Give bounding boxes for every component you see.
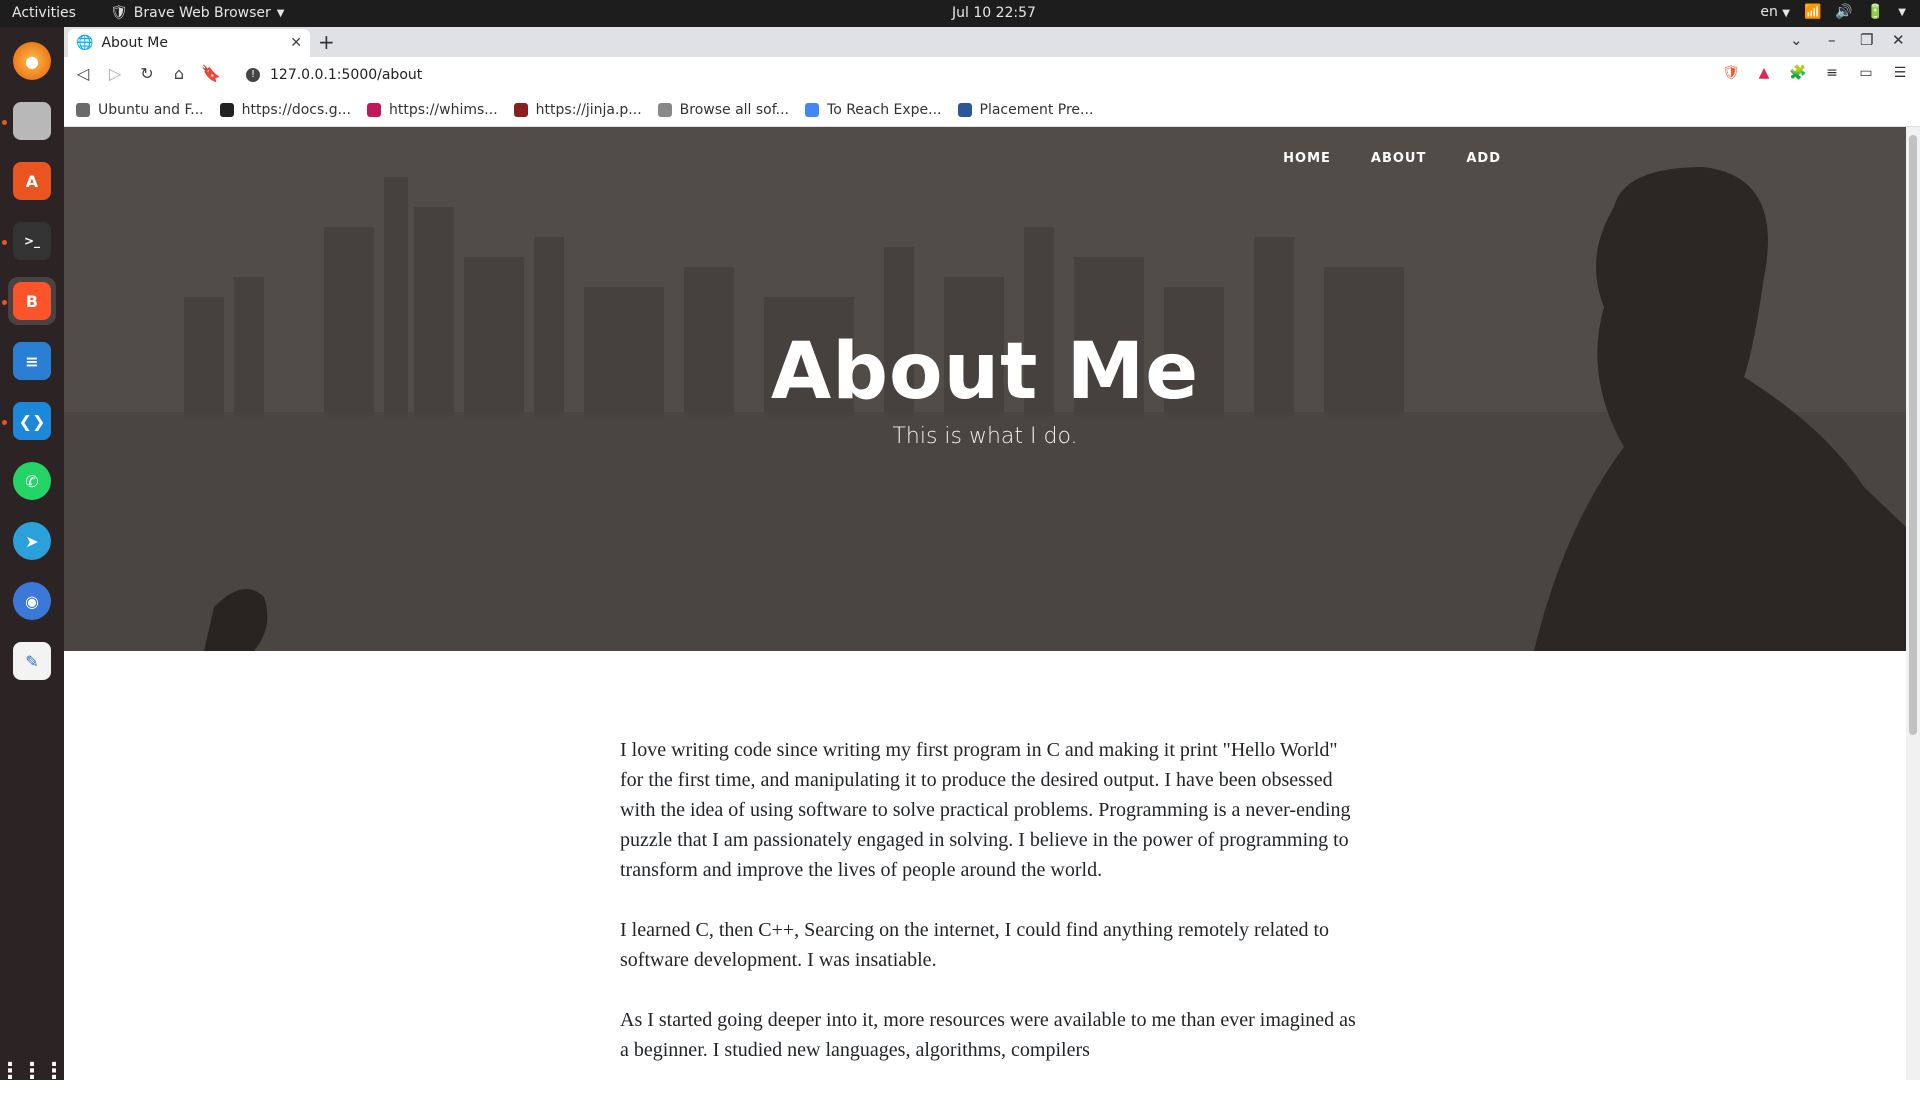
software-center-icon[interactable]: A [8, 157, 56, 205]
activities-button[interactable]: Activities [12, 5, 76, 21]
bookmark-item[interactable]: Ubuntu and F... [76, 102, 204, 118]
system-top-bar: Activities 🛡 Brave Web Browser ▼ Jul 10 … [0, 0, 1920, 27]
text-document-icon[interactable]: ≡ [8, 337, 56, 385]
brave-lion-icon: 🛡 [110, 5, 128, 21]
docs-icon [805, 102, 820, 117]
bookmark-label: https://jinja.p... [535, 101, 642, 118]
files-icon[interactable] [8, 97, 56, 145]
close-window-icon[interactable]: ✕ [1892, 31, 1905, 49]
bookmark-item[interactable]: https://docs.g... [219, 101, 351, 118]
vscode-icon[interactable]: ❮❯ [8, 397, 56, 445]
browser-window: 🌐 About Me ✕ + ⌄ – ❐ ✕ ◁ ▷ ↻ ⌂ 🔖 ! 127.0… [64, 27, 1920, 1080]
close-icon[interactable]: ✕ [290, 35, 302, 51]
word-icon [957, 102, 972, 117]
new-tab-button[interactable]: + [318, 30, 335, 54]
reading-list-icon[interactable]: ≡ [1822, 65, 1842, 85]
forward-icon[interactable]: ▷ [104, 64, 126, 86]
running-indicator [2, 240, 7, 245]
home-icon[interactable]: ⌂ [168, 64, 190, 86]
menu-icon[interactable]: ☰ [1890, 65, 1910, 85]
bookmark-item[interactable]: Browse all sof... [657, 101, 790, 118]
tab-search-chevron-icon[interactable]: ⌄ [1790, 31, 1803, 49]
jinja-icon [513, 102, 528, 117]
nav-about-link[interactable]: ABOUT [1371, 151, 1426, 166]
app-menu-label: Brave Web Browser [133, 5, 271, 21]
chevron-down-icon: ▼ [276, 7, 285, 19]
tab-strip: 🌐 About Me ✕ + ⌄ – ❐ ✕ [64, 27, 1920, 57]
browser-toolbar: ◁ ▷ ↻ ⌂ 🔖 ! 127.0.0.1:5000/about 🛡 ▲ 🧩 ≡… [64, 57, 1920, 93]
brave-icon[interactable]: B [8, 277, 56, 325]
hero-header: HOME ABOUT ADD About Me This is what I d… [64, 127, 1906, 651]
battery-icon[interactable]: 🔋 [1867, 4, 1884, 20]
site-navigation: HOME ABOUT ADD [1283, 151, 1501, 166]
bookmark-item[interactable]: https://whims... [366, 101, 498, 118]
reload-icon[interactable]: ↻ [136, 64, 158, 86]
bookmark-icon[interactable]: 🔖 [200, 64, 222, 86]
brave-shields-icon[interactable]: 🛡 [1721, 65, 1741, 85]
wifi-icon[interactable]: 📶 [1804, 4, 1821, 20]
chevron-down-icon: ▼ [1782, 8, 1790, 19]
running-indicator [2, 300, 7, 305]
article-paragraph: As I started going deeper into it, more … [620, 1009, 1356, 1061]
telegram-icon[interactable]: ➤ [8, 517, 56, 565]
nav-add-link[interactable]: ADD [1466, 151, 1501, 166]
volume-icon[interactable]: 🔊 [1835, 4, 1852, 20]
bookmark-item[interactable]: To Reach Expe... [805, 101, 942, 118]
chevron-down-icon[interactable]: ▼ [1898, 7, 1906, 18]
url-text: 127.0.0.1:5000/about [270, 67, 423, 83]
minimize-icon[interactable]: – [1828, 31, 1836, 49]
scrollbar-thumb[interactable] [1909, 135, 1917, 735]
bookmark-label: Ubuntu and F... [98, 101, 204, 118]
github-icon [219, 102, 234, 117]
wallet-icon[interactable]: ▭ [1856, 65, 1876, 85]
bookmark-label: https://docs.g... [241, 101, 351, 118]
globe-icon: 🌐 [76, 35, 94, 51]
clock[interactable]: Jul 10 22:57 [952, 5, 1036, 21]
bookmark-label: Placement Pre... [979, 101, 1094, 118]
about-article: I love writing code since writing my fir… [620, 735, 1360, 1080]
tab-about-me[interactable]: 🌐 About Me ✕ [68, 29, 310, 57]
bookmark-label: To Reach Expe... [827, 101, 942, 118]
app-grid-icon[interactable]: ⋮⋮⋮ [0, 1047, 65, 1095]
bookmark-item[interactable]: https://jinja.p... [513, 101, 642, 118]
m-icon [366, 102, 381, 117]
tab-title: About Me [101, 35, 168, 51]
language-indicator[interactable]: en ▼ [1760, 4, 1790, 20]
site-info-icon[interactable]: ! [246, 68, 260, 82]
dash-icon [657, 102, 672, 117]
address-bar[interactable]: ! 127.0.0.1:5000/about [240, 61, 1710, 89]
extensions-icon[interactable]: 🧩 [1788, 65, 1808, 85]
language-label: en [1760, 4, 1778, 20]
page-viewport: HOME ABOUT ADD About Me This is what I d… [64, 127, 1906, 1080]
running-indicator [2, 120, 7, 125]
brave-rewards-icon[interactable]: ▲ [1754, 65, 1774, 85]
terminal-icon[interactable]: >_ [8, 217, 56, 265]
text-editor-icon[interactable]: ✎ [8, 637, 56, 685]
running-indicator [2, 420, 7, 425]
page-scrollbar[interactable] [1906, 127, 1920, 1080]
bookmark-label: https://whims... [388, 101, 498, 118]
app-menu[interactable]: 🛡 Brave Web Browser ▼ [110, 5, 284, 21]
system-tray[interactable]: en ▼ 📶 🔊 🔋 ▼ [1760, 4, 1906, 20]
page-title: About Me [770, 327, 1200, 417]
folder-icon [76, 102, 90, 117]
nav-home-link[interactable]: HOME [1283, 151, 1331, 166]
dock: ● A >_ B ≡ ❮❯ ✆ ➤ ◉ ✎ ⋮⋮⋮ [0, 27, 65, 1084]
whatsapp-icon[interactable]: ✆ [8, 457, 56, 505]
article-paragraph: I learned C, then C++, Searcing on the i… [620, 919, 1330, 971]
bookmarks-bar: Ubuntu and F... https://docs.g... https://… [64, 93, 1920, 127]
restore-icon[interactable]: ❐ [1860, 31, 1873, 49]
chromium-icon[interactable]: ◉ [8, 577, 56, 625]
firefox-icon[interactable]: ● [8, 37, 56, 85]
article-paragraph: I love writing code since writing my fir… [620, 739, 1351, 881]
bookmark-label: Browse all sof... [679, 101, 790, 118]
page-subtitle: This is what I do. [892, 424, 1078, 449]
bookmark-item[interactable]: Placement Pre... [957, 101, 1094, 118]
back-icon[interactable]: ◁ [72, 64, 94, 86]
